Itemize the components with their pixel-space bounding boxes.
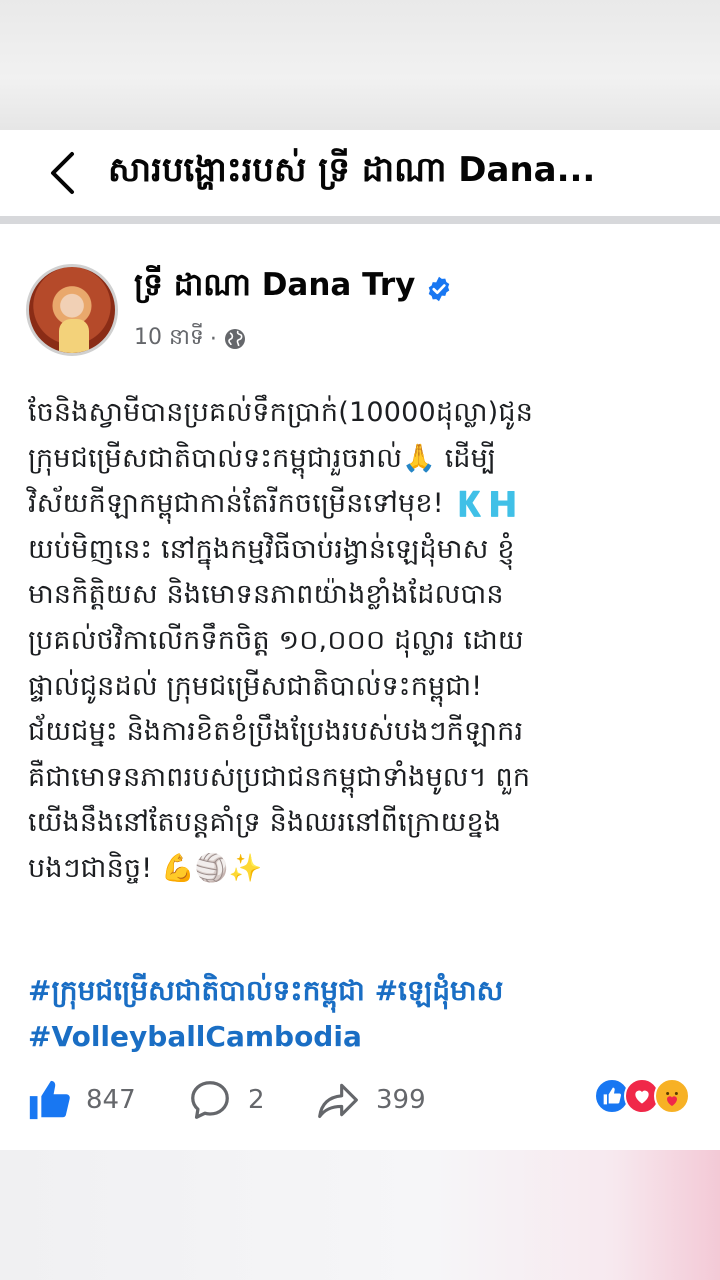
verified-badge-icon (429, 276, 450, 301)
share-icon (318, 1083, 358, 1119)
post-body: ចែនិងស្វាមីបានប្រគល់ទឹកប្រាក់(10000ដុល្ល… (28, 390, 688, 892)
care-reaction-icon (654, 1078, 690, 1114)
post-line: ក្រុមជម្រើសជាតិបាល់ទះកម្ពុជារួចរាល់🙏 ដើម… (28, 442, 497, 474)
post-line: យប់មិញនេះ នៅក្នុងកម្មវិធីចាប់រង្វាន់ឡេដុ… (28, 533, 515, 565)
post-meta: 10 នាទី · (134, 323, 453, 355)
page-title: សារបង្ហោះរបស់ ទ្រី ដាណា Dana... (108, 150, 596, 190)
post-line: ប្រគល់ថវិកាលើកទឹកចិត្ត ១០,០០០ ដុល្លារ ដោ… (28, 624, 524, 656)
post-line: គឺជាមោទនភាពរបស់ប្រជាជនកម្ពុជាទាំងមូល។ ពួ… (28, 761, 531, 793)
hashtag-link[interactable]: #VolleyballCambodia (28, 1020, 362, 1053)
hashtag-link[interactable]: #ឡេដុំមាស (375, 974, 504, 1007)
author-name[interactable]: ទ្រី ដាណា Dana Try (134, 266, 415, 311)
author-name-row: ទ្រី ដាណា Dana Try (134, 266, 453, 311)
comment-icon (191, 1081, 229, 1119)
post-author-row: ទ្រី ដាណា Dana Try 10 នាទី · (26, 264, 453, 356)
author-info: ទ្រី ដាណា Dana Try 10 នាទី · (134, 266, 453, 355)
post-line: ចែនិងស្វាមីបានប្រគល់ទឹកប្រាក់(10000ដុល្ល… (28, 397, 534, 428)
hashtag-list: #ក្រុមជម្រើសជាតិបាល់ទះកម្ពុជា #ឡេដុំមាស … (28, 968, 698, 1060)
post-line: បងៗជានិច្ច! 💪🏐✨ (28, 852, 263, 884)
comment-count: 2 (248, 1085, 265, 1115)
like-count: 847 (86, 1085, 136, 1115)
reaction-summary[interactable] (594, 1078, 690, 1114)
comment-button[interactable]: 2 (186, 1077, 265, 1123)
hashtag-link[interactable]: #ក្រុមជម្រើសជាតិបាល់ទះកម្ពុជា (28, 974, 365, 1007)
post-line: យើងនឹងនៅតែបន្តគាំទ្រ និងឈរនៅពីក្រោយខ្នង (28, 807, 502, 839)
post-line: មានកិត្តិយស និងមោទនភាពយ៉ាងខ្លាំងដែលបាន (28, 579, 504, 611)
post-card: ទ្រី ដាណា Dana Try 10 នាទី · ចែនិងស្វាមី… (0, 232, 720, 1150)
like-button[interactable]: 847 (26, 1077, 136, 1123)
share-button[interactable]: 399 (314, 1078, 426, 1122)
meta-separator: · (209, 326, 217, 352)
top-bar: សារបង្ហោះរបស់ ទ្រី ដាណា Dana... (0, 130, 720, 224)
post-time: 10 នាទី (134, 325, 204, 350)
background-blur-bottom (0, 1150, 720, 1280)
back-arrow-icon (51, 152, 74, 194)
action-bar: 847 2 399 (0, 1070, 720, 1130)
globe-icon (224, 329, 245, 349)
post-line: ផ្ទាល់ជូនដល់ ក្រុមជម្រើសជាតិបាល់ទះកម្ពុជ… (28, 670, 483, 702)
share-count: 399 (376, 1085, 426, 1115)
post-line: ជ័យជម្នះ និងការខិតខំប្រឹងប្រែងរបស់បងៗកីឡ… (28, 716, 524, 748)
like-icon (29, 1080, 70, 1120)
avatar[interactable] (26, 264, 118, 356)
post-line: វិស័យកីឡាកម្ពុជាកាន់តែរីកចម្រើនទៅមុខ! 🇰🇭 (28, 488, 520, 520)
background-blur-top (0, 0, 720, 130)
back-button[interactable] (30, 141, 94, 205)
